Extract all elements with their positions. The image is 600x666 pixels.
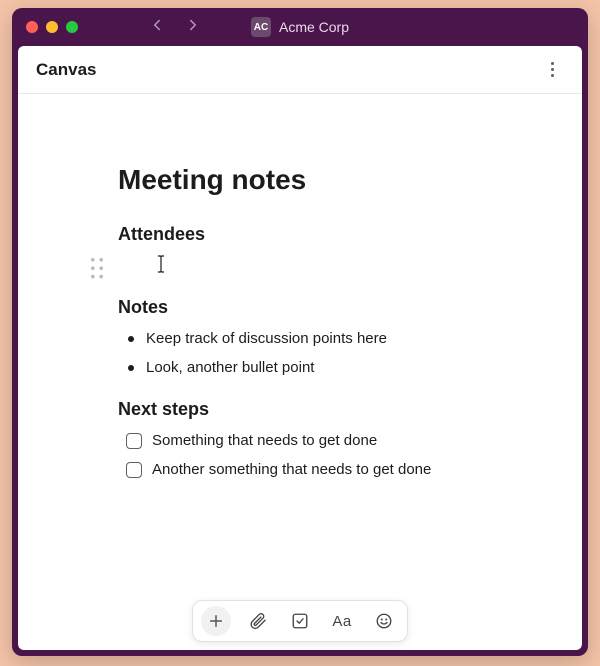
minimize-window-button[interactable] bbox=[46, 21, 58, 33]
back-button[interactable] bbox=[148, 16, 166, 39]
more-actions-button[interactable] bbox=[540, 58, 564, 82]
checklist-button[interactable] bbox=[285, 606, 315, 636]
checkbox[interactable] bbox=[126, 433, 142, 449]
attendees-empty-line[interactable] bbox=[118, 255, 532, 277]
doc-title[interactable]: Meeting notes bbox=[118, 164, 532, 196]
workspace-name: Acme Corp bbox=[279, 19, 349, 35]
checklist-item[interactable]: Something that needs to get done bbox=[126, 430, 532, 453]
checkbox-icon bbox=[291, 612, 309, 630]
forward-button[interactable] bbox=[184, 16, 202, 39]
editor-toolbar: Aa bbox=[192, 600, 408, 642]
app-window: AC Acme Corp Canvas Meeting notes Attend… bbox=[12, 8, 588, 656]
text-cursor-icon bbox=[156, 255, 166, 273]
heading-next-steps[interactable]: Next steps bbox=[118, 399, 532, 420]
emoji-button[interactable] bbox=[369, 606, 399, 636]
notes-list: Keep track of discussion points here Loo… bbox=[118, 328, 532, 379]
canvas-header: Canvas bbox=[18, 46, 582, 94]
checkbox[interactable] bbox=[126, 462, 142, 478]
heading-attendees[interactable]: Attendees bbox=[118, 224, 532, 245]
drag-handle-icon[interactable] bbox=[90, 257, 104, 275]
canvas-title: Canvas bbox=[36, 60, 96, 80]
add-block-button[interactable] bbox=[201, 606, 231, 636]
checklist-item[interactable]: Another something that needs to get done bbox=[126, 459, 532, 482]
attach-button[interactable] bbox=[243, 606, 273, 636]
canvas-frame: Canvas Meeting notes Attendees Notes Kee… bbox=[18, 46, 582, 650]
checklist-item-label[interactable]: Another something that needs to get done bbox=[152, 459, 431, 482]
history-nav bbox=[148, 16, 202, 39]
close-window-button[interactable] bbox=[26, 21, 38, 33]
titlebar: AC Acme Corp bbox=[12, 8, 588, 46]
text-format-icon: Aa bbox=[332, 613, 351, 630]
list-item[interactable]: Look, another bullet point bbox=[146, 357, 532, 380]
window-controls bbox=[26, 21, 78, 33]
heading-notes[interactable]: Notes bbox=[118, 297, 532, 318]
checklist-item-label[interactable]: Something that needs to get done bbox=[152, 430, 377, 453]
workspace-switcher[interactable]: AC Acme Corp bbox=[12, 17, 588, 37]
list-item[interactable]: Keep track of discussion points here bbox=[146, 328, 532, 351]
text-format-button[interactable]: Aa bbox=[327, 606, 357, 636]
more-icon bbox=[551, 62, 554, 77]
emoji-icon bbox=[375, 612, 393, 630]
paperclip-icon bbox=[249, 612, 267, 630]
next-steps-list: Something that needs to get done Another… bbox=[118, 430, 532, 481]
document-body[interactable]: Meeting notes Attendees Notes Keep track… bbox=[18, 94, 582, 650]
workspace-badge: AC bbox=[251, 17, 271, 37]
maximize-window-button[interactable] bbox=[66, 21, 78, 33]
